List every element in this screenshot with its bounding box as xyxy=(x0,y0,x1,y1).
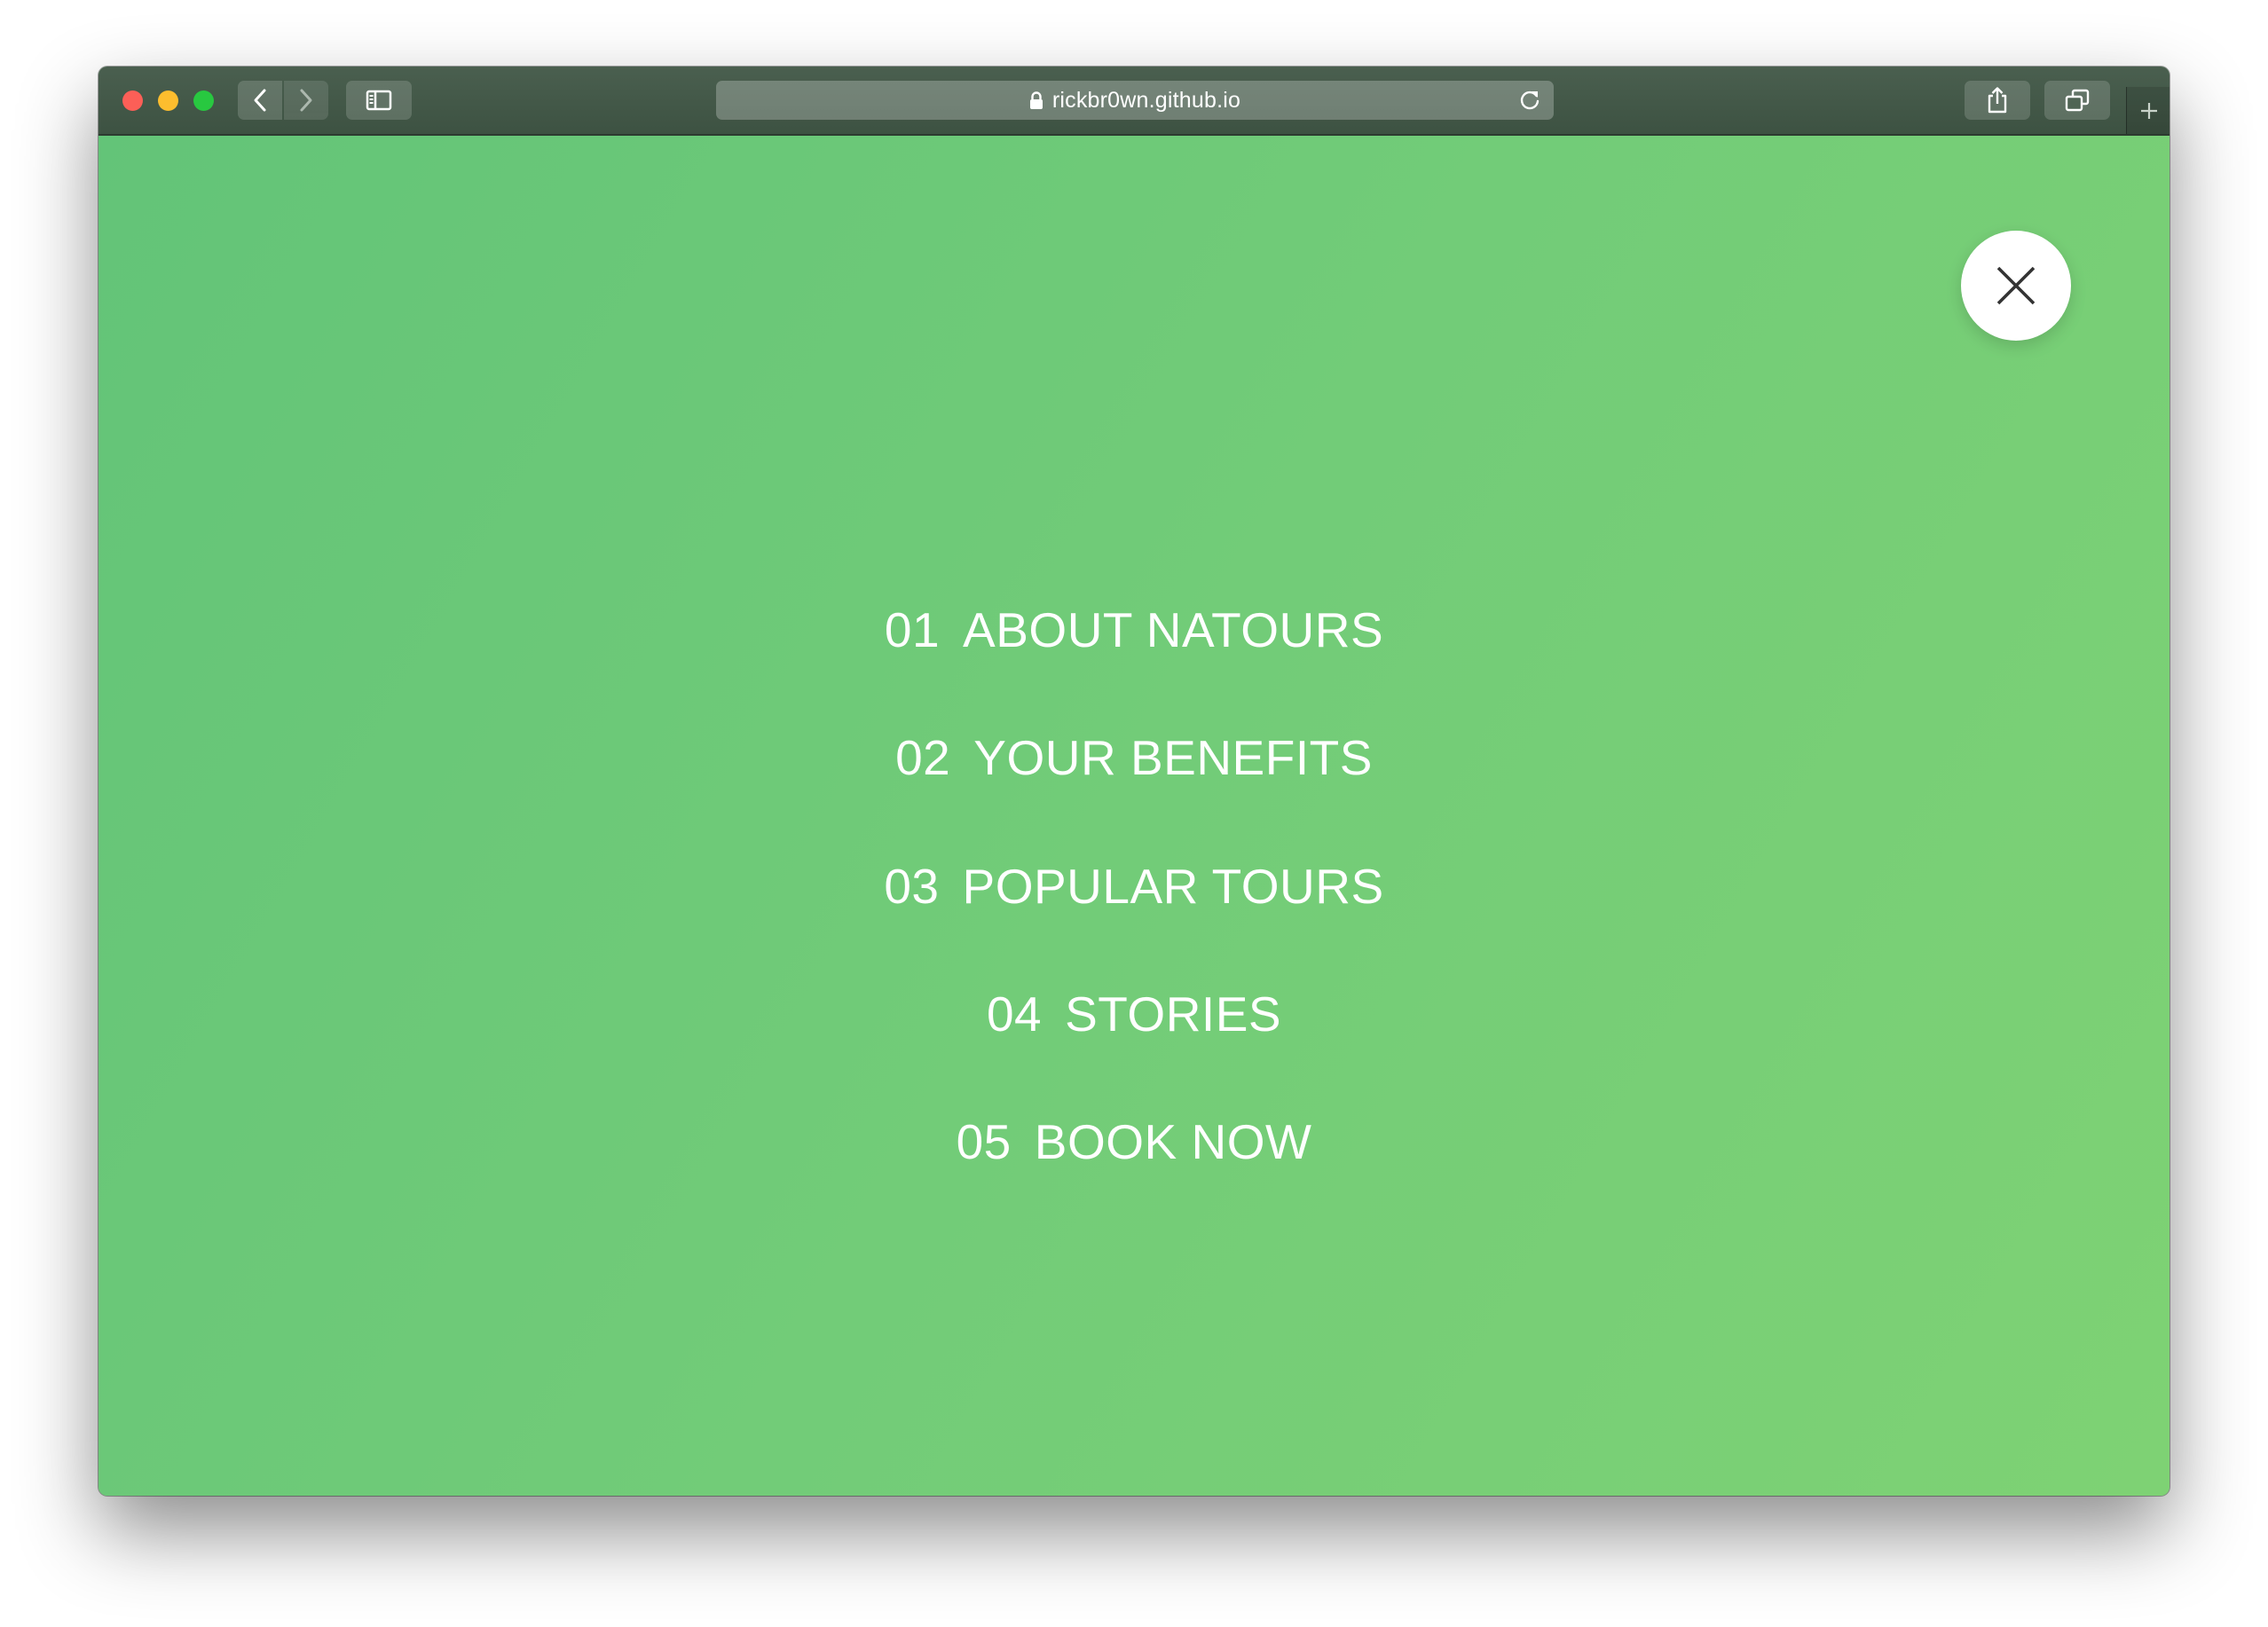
main-navigation: 01 ABOUT NATOURS 02 YOUR BENEFITS 03 POPULA… xyxy=(98,136,2170,1496)
nav-item-label: YOUR BENEFITS xyxy=(973,730,1373,785)
close-window-button[interactable] xyxy=(122,90,143,111)
nav-item-label: BOOK NOW xyxy=(1034,1114,1312,1169)
url-text: rickbr0wn.github.io xyxy=(1051,87,1241,113)
address-bar[interactable]: rickbr0wn.github.io xyxy=(716,81,1554,120)
nav-item-stories[interactable]: 04 STORIES xyxy=(98,983,2170,1045)
share-icon xyxy=(1988,87,2007,114)
nav-item-number: 04 xyxy=(986,986,1043,1041)
nav-item-number: 01 xyxy=(884,602,941,657)
nav-item-label: POPULAR TOURS xyxy=(962,859,1384,914)
reload-icon[interactable] xyxy=(1518,89,1541,112)
browser-window: rickbr0wn.github.io 01 ABOUT NATOURS 02 … xyxy=(98,67,2170,1496)
chevron-left-icon xyxy=(254,89,266,112)
forward-button[interactable] xyxy=(284,81,328,120)
nav-item-label: STORIES xyxy=(1065,986,1282,1041)
navigation-overlay: 01 ABOUT NATOURS 02 YOUR BENEFITS 03 POPULA… xyxy=(98,136,2170,1496)
share-button[interactable] xyxy=(1965,81,2030,120)
nav-item-number: 02 xyxy=(895,730,951,785)
close-icon xyxy=(1996,266,2036,305)
back-button[interactable] xyxy=(238,81,282,120)
new-tab-button[interactable] xyxy=(2126,87,2170,134)
tabs-icon xyxy=(2065,89,2090,112)
plus-icon xyxy=(2140,102,2157,119)
zoom-window-button[interactable] xyxy=(193,90,214,111)
lock-icon xyxy=(1029,90,1043,109)
nav-item-number: 05 xyxy=(956,1114,1012,1169)
chevron-right-icon xyxy=(300,89,312,112)
tabs-overview-button[interactable] xyxy=(2044,81,2110,120)
nav-item-number: 03 xyxy=(884,859,940,914)
sidebar-icon xyxy=(366,90,392,111)
nav-item-book-now[interactable]: 05 BOOK NOW xyxy=(98,1111,2170,1173)
nav-item-label: ABOUT NATOURS xyxy=(963,602,1384,657)
nav-item-about-natours[interactable]: 01 ABOUT NATOURS xyxy=(98,599,2170,661)
nav-item-popular-tours[interactable]: 03 POPULAR TOURS xyxy=(98,855,2170,917)
sidebar-button[interactable] xyxy=(346,81,412,120)
browser-toolbar: rickbr0wn.github.io xyxy=(98,67,2170,136)
minimize-window-button[interactable] xyxy=(158,90,178,111)
close-navigation-button[interactable] xyxy=(1961,231,2071,341)
nav-item-your-benefits[interactable]: 02 YOUR BENEFITS xyxy=(98,727,2170,789)
